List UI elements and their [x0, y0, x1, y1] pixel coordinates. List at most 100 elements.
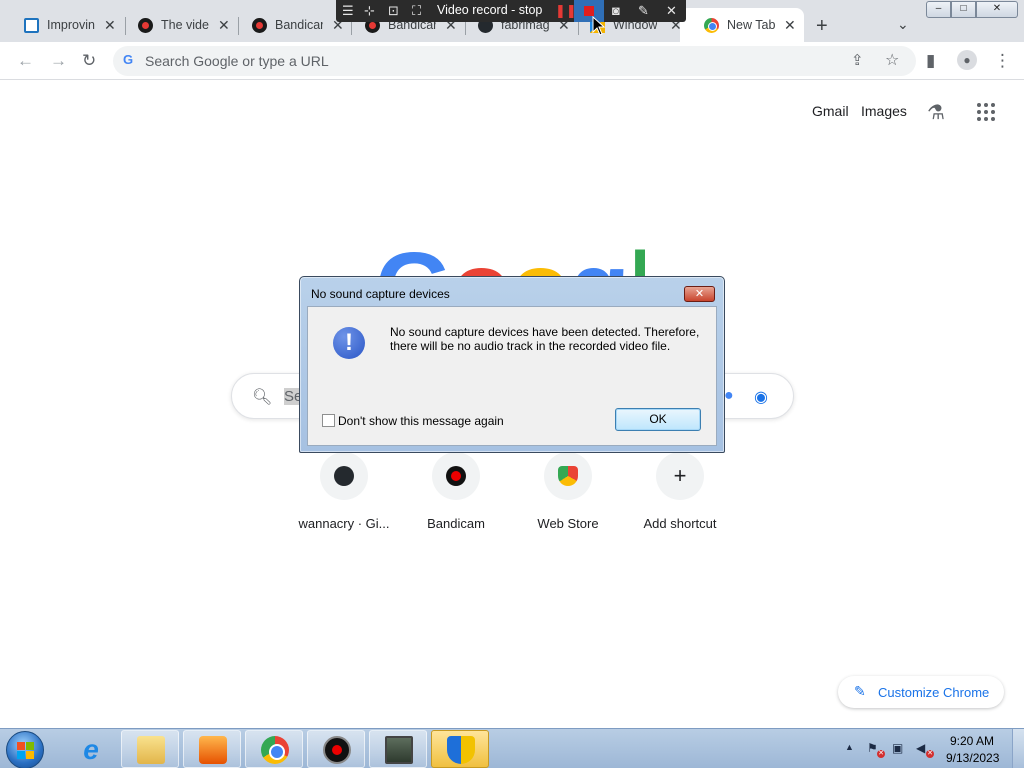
- forward-arrow-icon[interactable]: →: [50, 51, 67, 71]
- google-lens-icon[interactable]: ◉: [754, 387, 768, 407]
- folder-icon: [137, 736, 165, 764]
- region-search-icon[interactable]: ⊡: [388, 3, 399, 19]
- tab-the-video[interactable]: The vide ✕: [114, 8, 240, 42]
- menu-icon[interactable]: ☰: [342, 3, 354, 19]
- add-shortcut-tile[interactable]: + Add shortcut: [624, 452, 736, 540]
- close-icon[interactable]: ✕: [666, 3, 677, 19]
- reload-icon[interactable]: ↻: [82, 51, 96, 71]
- bandicam-icon: [252, 18, 267, 33]
- recorder-toolbar: ☰ ⊹ ⊡ ⛶ Video record - stop ❚❚ ◙ ✎ ✕: [336, 0, 686, 22]
- shortcut-label: wannacry · Gi...: [298, 516, 390, 531]
- back-arrow-icon[interactable]: ←: [17, 51, 34, 71]
- labs-flask-icon[interactable]: ⚗: [927, 100, 945, 125]
- taskbar-bandicam[interactable]: [307, 730, 365, 768]
- shortcut-tile[interactable]: wannacry · Gi...: [288, 452, 400, 540]
- clock-time[interactable]: 9:20 AM: [950, 734, 994, 748]
- taskbar-uac[interactable]: [431, 730, 489, 768]
- shortcut-icon-circle: [544, 452, 592, 500]
- taskbar-media-player[interactable]: [183, 730, 241, 768]
- shortcut-label: Web Store: [537, 516, 599, 531]
- shortcut-icon-circle: +: [656, 452, 704, 500]
- tab-title: New Tab: [727, 18, 776, 32]
- github-icon: [334, 466, 354, 486]
- dialog-body: ! No sound capture devices have been det…: [307, 306, 717, 446]
- tab-title: Improvin: [47, 18, 95, 32]
- dialog-title: No sound capture devices: [311, 287, 450, 301]
- taskbar: e ▲ ⚑ ✕ ▣ ◀ ✕ 9:20 AM 9/13/2023: [0, 728, 1024, 768]
- bandicam-icon: [446, 466, 466, 486]
- tray-expand-icon[interactable]: ▲: [845, 742, 854, 752]
- new-tab-button[interactable]: +: [816, 15, 828, 38]
- google-g-icon: G: [123, 52, 134, 67]
- target-icon[interactable]: ⊹: [364, 3, 375, 19]
- monitor-icon: [385, 736, 413, 764]
- bookmark-star-icon[interactable]: ☆: [885, 50, 899, 70]
- media-player-icon: [199, 736, 227, 764]
- images-link[interactable]: Images: [861, 103, 907, 119]
- sound-warning-dialog: No sound capture devices ✕ ! No sound ca…: [299, 276, 725, 453]
- recorder-title: Video record - stop: [437, 3, 543, 17]
- bandicam-icon: [138, 18, 153, 33]
- plus-icon: +: [673, 463, 687, 488]
- network-icon[interactable]: ▣: [892, 741, 908, 755]
- shortcut-icon-circle: [432, 452, 480, 500]
- internet-explorer-icon: e: [83, 734, 99, 765]
- address-input[interactable]: [145, 51, 825, 71]
- stop-icon: [584, 6, 594, 16]
- tab-improving[interactable]: Improvin ✕: [0, 8, 126, 42]
- chrome-icon: [261, 736, 289, 764]
- omnibox[interactable]: G ⇪ ☆: [113, 46, 916, 76]
- dialog-message: No sound capture devices have been detec…: [390, 325, 700, 353]
- camera-icon[interactable]: ◙: [612, 3, 620, 18]
- tab-title: Bandicar: [275, 18, 323, 32]
- side-panel-icon[interactable]: ▮: [926, 51, 935, 71]
- action-center-icon[interactable]: ⚑ ✕: [867, 741, 885, 758]
- customize-chrome-button[interactable]: ✎ Customize Chrome: [838, 676, 1004, 708]
- webstore-icon: [558, 466, 578, 486]
- volume-muted-icon[interactable]: ◀ ✕: [916, 741, 934, 758]
- minimize-button[interactable]: –: [926, 1, 951, 18]
- shortcut-label: Bandicam: [427, 516, 485, 531]
- taskbar-internet-explorer[interactable]: e: [61, 730, 119, 768]
- google-apps-icon[interactable]: [977, 103, 995, 121]
- shortcut-icon-circle: [320, 452, 368, 500]
- windows-logo-icon: [17, 742, 34, 759]
- page-icon: [24, 18, 39, 33]
- shortcut-tile[interactable]: Web Store: [512, 452, 624, 540]
- ok-button[interactable]: OK: [615, 408, 701, 431]
- uac-shield-icon: [447, 736, 475, 764]
- shortcut-label: Add shortcut: [643, 516, 717, 531]
- kebab-menu-icon[interactable]: ⋮: [994, 51, 1011, 71]
- bandicam-icon: [323, 736, 351, 764]
- pencil-icon: ✎: [854, 683, 866, 699]
- dont-show-checkbox[interactable]: [322, 414, 335, 427]
- show-desktop-button[interactable]: [1012, 729, 1024, 768]
- dialog-close-button[interactable]: ✕: [684, 286, 715, 302]
- tab-title: The vide: [161, 18, 209, 32]
- tab-search-chevron-icon[interactable]: ⌄: [897, 16, 909, 33]
- info-icon: !: [333, 327, 365, 359]
- taskbar-monitor[interactable]: [369, 730, 427, 768]
- window-close-button[interactable]: ✕: [976, 1, 1018, 18]
- clock-date[interactable]: 9/13/2023: [946, 751, 999, 765]
- profile-avatar-icon[interactable]: ●: [957, 50, 977, 70]
- pencil-icon[interactable]: ✎: [638, 3, 649, 19]
- customize-label: Customize Chrome: [878, 685, 990, 700]
- tab-new-tab[interactable]: New Tab ✕: [680, 8, 804, 42]
- share-icon[interactable]: ⇪: [851, 51, 864, 69]
- shortcut-tile[interactable]: Bandicam: [400, 452, 512, 540]
- close-icon[interactable]: ✕: [784, 17, 796, 34]
- browser-toolbar: ← → ↻ G ⇪ ☆ ▮ ● ⋮: [0, 42, 1024, 80]
- microphone-icon[interactable]: ●: [724, 387, 734, 405]
- gmail-link[interactable]: Gmail: [812, 103, 849, 119]
- chrome-icon: [704, 18, 719, 33]
- taskbar-chrome[interactable]: [245, 730, 303, 768]
- dont-show-label[interactable]: Don't show this message again: [338, 414, 504, 428]
- search-icon: 🔍︎: [252, 389, 273, 406]
- resize-icon[interactable]: ⛶: [412, 3, 421, 19]
- mouse-cursor-icon: [592, 16, 606, 36]
- maximize-button[interactable]: □: [951, 1, 976, 18]
- taskbar-explorer[interactable]: [121, 730, 179, 768]
- window-controls: – □ ✕: [926, 1, 1018, 18]
- start-button[interactable]: [6, 731, 44, 768]
